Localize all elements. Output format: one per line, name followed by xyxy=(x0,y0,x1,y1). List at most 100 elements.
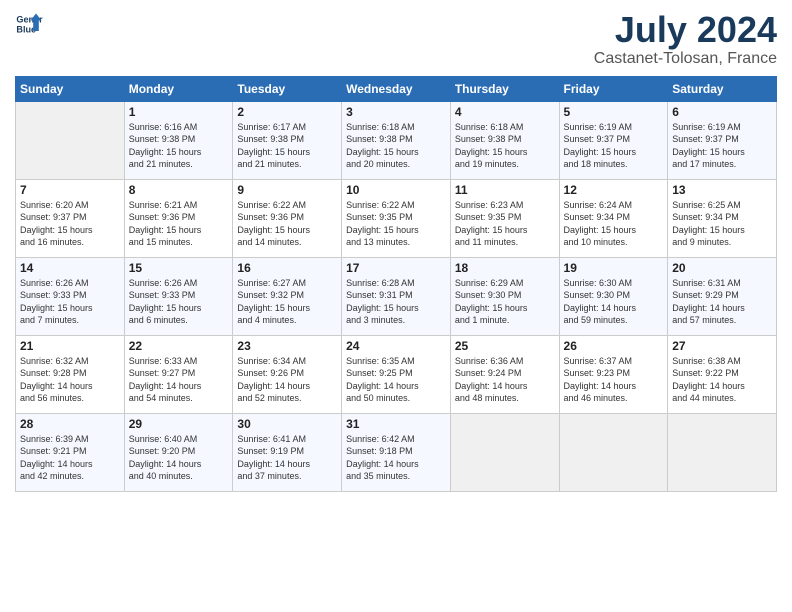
calendar-cell: 22Sunrise: 6:33 AM Sunset: 9:27 PM Dayli… xyxy=(124,335,233,413)
day-number: 23 xyxy=(237,339,337,353)
day-number: 4 xyxy=(455,105,555,119)
calendar-cell: 14Sunrise: 6:26 AM Sunset: 9:33 PM Dayli… xyxy=(16,257,125,335)
day-info: Sunrise: 6:20 AM Sunset: 9:37 PM Dayligh… xyxy=(20,199,120,249)
day-info: Sunrise: 6:30 AM Sunset: 9:30 PM Dayligh… xyxy=(564,277,664,327)
calendar-cell xyxy=(668,413,777,491)
day-number: 31 xyxy=(346,417,446,431)
day-number: 13 xyxy=(672,183,772,197)
calendar-cell: 28Sunrise: 6:39 AM Sunset: 9:21 PM Dayli… xyxy=(16,413,125,491)
header-friday: Friday xyxy=(559,76,668,101)
day-number: 7 xyxy=(20,183,120,197)
location-subtitle: Castanet-Tolosan, France xyxy=(594,50,777,68)
calendar-cell: 13Sunrise: 6:25 AM Sunset: 9:34 PM Dayli… xyxy=(668,179,777,257)
svg-text:Blue: Blue xyxy=(16,24,36,34)
day-number: 29 xyxy=(129,417,229,431)
calendar-cell: 8 Sunrise: 6:21 AM Sunset: 9:36 PM Daylig… xyxy=(124,179,233,257)
calendar-cell: 31 Sunrise: 6:42 AM Sunset: 9:18 PM Dayli… xyxy=(342,413,451,491)
day-info: Sunrise: 6:31 AM Sunset: 9:29 PM Dayligh… xyxy=(672,277,772,327)
day-info: Sunrise: 6:21 AM Sunset: 9:36 PM Dayligh… xyxy=(129,199,229,249)
calendar-cell: 11 Sunrise: 6:23 AM Sunset: 9:35 PM Dayli… xyxy=(450,179,559,257)
calendar-cell: 17Sunrise: 6:28 AM Sunset: 9:31 PM Dayli… xyxy=(342,257,451,335)
day-info: Sunrise: 6:32 AM Sunset: 9:28 PM Dayligh… xyxy=(20,355,120,405)
calendar-cell: 24 Sunrise: 6:35 AM Sunset: 9:25 PM Dayli… xyxy=(342,335,451,413)
day-number: 11 xyxy=(455,183,555,197)
day-info: Sunrise: 6:36 AM Sunset: 9:24 PM Dayligh… xyxy=(455,355,555,405)
day-number: 8 xyxy=(129,183,229,197)
day-number: 3 xyxy=(346,105,446,119)
day-info: Sunrise: 6:26 AM Sunset: 9:33 PM Dayligh… xyxy=(20,277,120,327)
day-number: 10 xyxy=(346,183,446,197)
day-info: Sunrise: 6:37 AM Sunset: 9:23 PM Dayligh… xyxy=(564,355,664,405)
calendar-cell xyxy=(559,413,668,491)
calendar-cell: 4 Sunrise: 6:18 AM Sunset: 9:38 PM Daylig… xyxy=(450,101,559,179)
calendar-cell: 21Sunrise: 6:32 AM Sunset: 9:28 PM Dayli… xyxy=(16,335,125,413)
header-tuesday: Tuesday xyxy=(233,76,342,101)
day-info: Sunrise: 6:18 AM Sunset: 9:38 PM Dayligh… xyxy=(455,121,555,171)
day-number: 19 xyxy=(564,261,664,275)
day-number: 27 xyxy=(672,339,772,353)
day-number: 1 xyxy=(129,105,229,119)
day-info: Sunrise: 6:16 AM Sunset: 9:38 PM Dayligh… xyxy=(129,121,229,171)
calendar-cell: 18 Sunrise: 6:29 AM Sunset: 9:30 PM Dayli… xyxy=(450,257,559,335)
day-info: Sunrise: 6:28 AM Sunset: 9:31 PM Dayligh… xyxy=(346,277,446,327)
calendar-cell: 1 Sunrise: 6:16 AM Sunset: 9:38 PM Daylig… xyxy=(124,101,233,179)
calendar-cell: 10 Sunrise: 6:22 AM Sunset: 9:35 PM Dayli… xyxy=(342,179,451,257)
calendar-week-row: 14Sunrise: 6:26 AM Sunset: 9:33 PM Dayli… xyxy=(16,257,777,335)
calendar-week-row: 28Sunrise: 6:39 AM Sunset: 9:21 PM Dayli… xyxy=(16,413,777,491)
day-number: 22 xyxy=(129,339,229,353)
title-block: July 2024 Castanet-Tolosan, France xyxy=(594,10,777,68)
calendar-week-row: 21Sunrise: 6:32 AM Sunset: 9:28 PM Dayli… xyxy=(16,335,777,413)
header-thursday: Thursday xyxy=(450,76,559,101)
day-number: 20 xyxy=(672,261,772,275)
day-info: Sunrise: 6:38 AM Sunset: 9:22 PM Dayligh… xyxy=(672,355,772,405)
day-number: 28 xyxy=(20,417,120,431)
calendar-cell: 9 Sunrise: 6:22 AM Sunset: 9:36 PM Daylig… xyxy=(233,179,342,257)
day-info: Sunrise: 6:19 AM Sunset: 9:37 PM Dayligh… xyxy=(672,121,772,171)
day-info: Sunrise: 6:19 AM Sunset: 9:37 PM Dayligh… xyxy=(564,121,664,171)
calendar-cell: 7 Sunrise: 6:20 AM Sunset: 9:37 PM Daylig… xyxy=(16,179,125,257)
day-info: Sunrise: 6:29 AM Sunset: 9:30 PM Dayligh… xyxy=(455,277,555,327)
calendar-week-row: 1 Sunrise: 6:16 AM Sunset: 9:38 PM Daylig… xyxy=(16,101,777,179)
calendar-cell: 26Sunrise: 6:37 AM Sunset: 9:23 PM Dayli… xyxy=(559,335,668,413)
day-info: Sunrise: 6:22 AM Sunset: 9:36 PM Dayligh… xyxy=(237,199,337,249)
calendar-cell: 15 Sunrise: 6:26 AM Sunset: 9:33 PM Dayli… xyxy=(124,257,233,335)
calendar-cell: 23 Sunrise: 6:34 AM Sunset: 9:26 PM Dayli… xyxy=(233,335,342,413)
day-number: 16 xyxy=(237,261,337,275)
day-number: 25 xyxy=(455,339,555,353)
header-wednesday: Wednesday xyxy=(342,76,451,101)
calendar-cell: 19 Sunrise: 6:30 AM Sunset: 9:30 PM Dayli… xyxy=(559,257,668,335)
day-info: Sunrise: 6:40 AM Sunset: 9:20 PM Dayligh… xyxy=(129,433,229,483)
day-info: Sunrise: 6:17 AM Sunset: 9:38 PM Dayligh… xyxy=(237,121,337,171)
day-info: Sunrise: 6:24 AM Sunset: 9:34 PM Dayligh… xyxy=(564,199,664,249)
calendar-week-row: 7 Sunrise: 6:20 AM Sunset: 9:37 PM Daylig… xyxy=(16,179,777,257)
day-number: 18 xyxy=(455,261,555,275)
day-info: Sunrise: 6:34 AM Sunset: 9:26 PM Dayligh… xyxy=(237,355,337,405)
day-number: 2 xyxy=(237,105,337,119)
day-number: 30 xyxy=(237,417,337,431)
day-number: 9 xyxy=(237,183,337,197)
calendar-header-row: SundayMondayTuesdayWednesdayThursdayFrid… xyxy=(16,76,777,101)
calendar-cell: 27 Sunrise: 6:38 AM Sunset: 9:22 PM Dayli… xyxy=(668,335,777,413)
calendar-cell xyxy=(16,101,125,179)
day-number: 24 xyxy=(346,339,446,353)
calendar-table: SundayMondayTuesdayWednesdayThursdayFrid… xyxy=(15,76,777,492)
day-number: 15 xyxy=(129,261,229,275)
day-info: Sunrise: 6:22 AM Sunset: 9:35 PM Dayligh… xyxy=(346,199,446,249)
day-number: 6 xyxy=(672,105,772,119)
day-info: Sunrise: 6:35 AM Sunset: 9:25 PM Dayligh… xyxy=(346,355,446,405)
calendar-cell: 5Sunrise: 6:19 AM Sunset: 9:37 PM Daylig… xyxy=(559,101,668,179)
day-number: 12 xyxy=(564,183,664,197)
day-info: Sunrise: 6:27 AM Sunset: 9:32 PM Dayligh… xyxy=(237,277,337,327)
header-sunday: Sunday xyxy=(16,76,125,101)
day-info: Sunrise: 6:23 AM Sunset: 9:35 PM Dayligh… xyxy=(455,199,555,249)
logo: General Blue xyxy=(15,10,43,38)
day-info: Sunrise: 6:42 AM Sunset: 9:18 PM Dayligh… xyxy=(346,433,446,483)
day-info: Sunrise: 6:26 AM Sunset: 9:33 PM Dayligh… xyxy=(129,277,229,327)
calendar-cell: 3 Sunrise: 6:18 AM Sunset: 9:38 PM Daylig… xyxy=(342,101,451,179)
logo-icon: General Blue xyxy=(15,10,43,38)
day-info: Sunrise: 6:18 AM Sunset: 9:38 PM Dayligh… xyxy=(346,121,446,171)
header-saturday: Saturday xyxy=(668,76,777,101)
calendar-cell: 6 Sunrise: 6:19 AM Sunset: 9:37 PM Daylig… xyxy=(668,101,777,179)
calendar-cell: 12 Sunrise: 6:24 AM Sunset: 9:34 PM Dayli… xyxy=(559,179,668,257)
calendar-cell: 29 Sunrise: 6:40 AM Sunset: 9:20 PM Dayli… xyxy=(124,413,233,491)
